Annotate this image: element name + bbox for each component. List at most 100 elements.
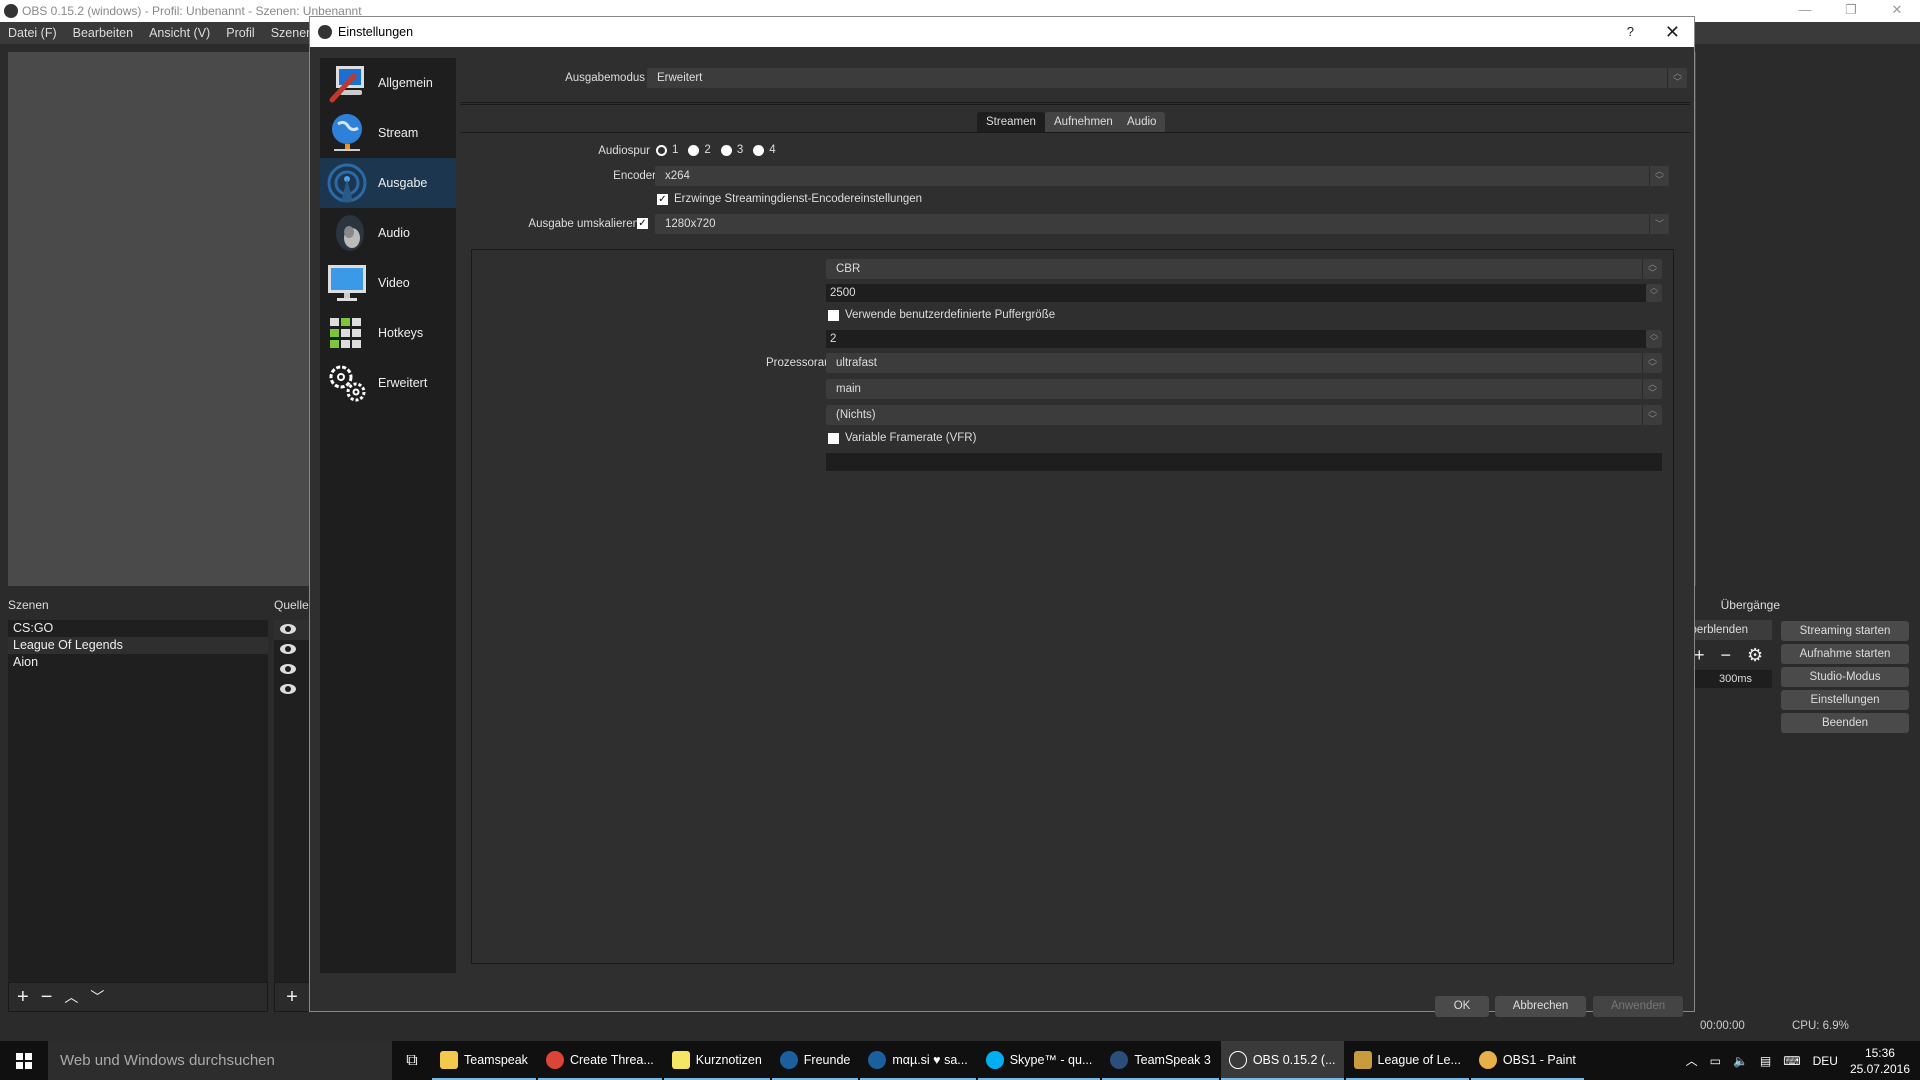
exit-button[interactable]: Beenden: [1781, 713, 1909, 733]
nav-item-hotkeys[interactable]: Hotkeys: [320, 308, 456, 358]
add-scene-button[interactable]: +: [17, 986, 29, 1009]
scene-item[interactable]: CS:GO: [8, 620, 268, 637]
rescale-label: Ausgabe umskalieren: [528, 218, 639, 230]
spin-arrows-icon[interactable]: ︿ ﹀: [1646, 284, 1662, 302]
tab-streamen[interactable]: Streamen: [977, 112, 1045, 132]
apply-button[interactable]: Anwenden: [1593, 996, 1683, 1017]
tune-value: (Nichts): [836, 409, 876, 421]
task-view-icon[interactable]: ⧉: [392, 1052, 432, 1070]
minimize-button[interactable]: —: [1782, 0, 1828, 22]
updown-arrows-icon: ︿ ﹀: [1649, 166, 1669, 186]
studio-mode-button[interactable]: Studio-Modus: [1781, 667, 1909, 687]
x264-options-input[interactable]: [826, 453, 1662, 471]
transition-duration-input[interactable]: 300ms: [1690, 670, 1772, 688]
taskbar-search[interactable]: Web und Windows durchsuchen: [48, 1041, 392, 1080]
close-button[interactable]: ✕: [1874, 0, 1920, 22]
chrome-icon: [545, 1050, 564, 1069]
nav-label: Ausgabe: [378, 176, 428, 190]
spin-arrows-icon[interactable]: ︿ ﹀: [1646, 330, 1662, 348]
enforce-encoder-checkbox[interactable]: ✓ Erzwinge Streamingdienst-Encodereinste…: [657, 193, 922, 205]
start-recording-button[interactable]: Aufnahme starten: [1781, 644, 1909, 664]
cancel-button[interactable]: Abbrechen: [1495, 996, 1586, 1017]
tray-expand-icon[interactable]: ︿: [1686, 1052, 1698, 1069]
nav-item-erweitert[interactable]: Erweitert: [320, 358, 456, 408]
tab-aufnehmen[interactable]: Aufnehmen: [1045, 112, 1122, 132]
taskbar-item-active[interactable]: OBS 0.15.2 (...: [1220, 1041, 1344, 1080]
visibility-eye-icon[interactable]: [280, 664, 296, 674]
volume-icon[interactable]: 🔈: [1733, 1054, 1748, 1068]
taskbar-item[interactable]: Teamspeak: [432, 1041, 536, 1080]
taskbar-item[interactable]: Create Threa...: [537, 1041, 662, 1080]
visibility-eye-icon[interactable]: [280, 684, 296, 694]
transitions-label: Übergänge: [1720, 598, 1780, 612]
start-streaming-button[interactable]: Streaming starten: [1781, 621, 1909, 641]
taskbar-item[interactable]: Kurznotizen: [663, 1041, 770, 1080]
visibility-eye-icon[interactable]: [280, 624, 296, 634]
remove-scene-button[interactable]: −: [41, 986, 53, 1009]
network-icon[interactable]: ▭: [1710, 1054, 1721, 1068]
dialog-close-button[interactable]: ✕: [1665, 17, 1680, 47]
updown-arrows-icon: ︿ ﹀: [1642, 379, 1662, 399]
audio-track-radio-4[interactable]: 4: [753, 144, 776, 156]
menu-profile[interactable]: Profil: [218, 26, 262, 40]
rescale-resolution-select[interactable]: 1280x720 ﹀: [655, 214, 1669, 234]
taskbar-item[interactable]: TeamSpeak 3: [1102, 1041, 1219, 1080]
scenes-list[interactable]: CS:GO League Of Legends Aion: [8, 620, 268, 982]
scene-item[interactable]: League Of Legends: [8, 637, 268, 654]
move-scene-down-button[interactable]: ﹀: [90, 987, 104, 1007]
scene-item[interactable]: Aion: [8, 654, 268, 671]
nav-item-video[interactable]: Video: [320, 258, 456, 308]
taskbar-item[interactable]: Freunde: [771, 1041, 859, 1080]
audio-track-radio-3[interactable]: 3: [720, 144, 743, 156]
taskbar-item[interactable]: OBS1 - Paint: [1470, 1041, 1584, 1080]
notifications-icon[interactable]: ▤: [1760, 1054, 1771, 1068]
taskbar-item[interactable]: mαµ.si ♥ sa...: [860, 1041, 976, 1080]
keyframe-input[interactable]: 2 ︿ ﹀: [826, 330, 1662, 348]
transition-select[interactable]: Überblenden: [1690, 620, 1772, 640]
move-scene-up-button[interactable]: ︿: [64, 987, 78, 1007]
clock[interactable]: 15:36 25.07.2016: [1850, 1045, 1910, 1077]
vfr-checkbox[interactable]: Variable Framerate (VFR): [828, 432, 976, 444]
ok-button[interactable]: OK: [1435, 996, 1489, 1017]
teamspeak-icon: [1110, 1050, 1129, 1069]
language-indicator[interactable]: DEU: [1813, 1054, 1838, 1068]
menu-edit[interactable]: Bearbeiten: [65, 26, 141, 40]
nav-item-audio[interactable]: Audio: [320, 208, 456, 258]
tune-select[interactable]: (Nichts) ︿ ﹀: [826, 405, 1662, 425]
add-source-button[interactable]: +: [286, 986, 298, 1009]
menu-file[interactable]: Datei (F): [0, 26, 65, 40]
tab-audio[interactable]: Audio: [1118, 112, 1166, 132]
profile-select[interactable]: main ︿ ﹀: [826, 379, 1662, 399]
nav-label: Video: [378, 276, 410, 290]
nav-item-allgemein[interactable]: Allgemein: [320, 58, 456, 108]
rescale-checkbox[interactable]: ✓: [637, 218, 648, 229]
output-mode-select[interactable]: Erweitert ︿ ﹀: [647, 68, 1687, 88]
maximize-button[interactable]: ❐: [1828, 0, 1874, 22]
cpu-preset-select[interactable]: ultrafast ︿ ﹀: [826, 353, 1662, 373]
audio-track-radio-2[interactable]: 2: [688, 144, 711, 156]
taskbar-item[interactable]: Skype™ - qu...: [977, 1041, 1101, 1080]
rate-control-select[interactable]: CBR ︿ ﹀: [826, 259, 1662, 279]
taskbar-item[interactable]: League of Le...: [1345, 1041, 1469, 1080]
sources-list[interactable]: [274, 620, 310, 982]
audio-track-radio-1[interactable]: 1: [656, 144, 678, 156]
settings-button[interactable]: Einstellungen: [1781, 690, 1909, 710]
bitrate-input[interactable]: 2500 ︿ ﹀: [826, 284, 1662, 302]
nav-item-stream[interactable]: Stream: [320, 108, 456, 158]
help-button[interactable]: ?: [1627, 17, 1634, 47]
start-button[interactable]: [0, 1041, 48, 1080]
add-transition-button[interactable]: +: [1694, 645, 1705, 666]
touch-keyboard-icon[interactable]: ⌨: [1783, 1054, 1800, 1068]
visibility-eye-icon[interactable]: [280, 644, 296, 654]
remove-transition-button[interactable]: −: [1721, 645, 1732, 666]
nav-item-ausgabe[interactable]: Ausgabe: [320, 158, 456, 208]
transition-settings-gear-icon[interactable]: ⚙: [1747, 645, 1763, 666]
updown-arrows-icon: ︿ ﹀: [1642, 353, 1662, 373]
obs-logo-icon: [4, 4, 18, 18]
encoder-select[interactable]: x264 ︿ ﹀: [655, 166, 1669, 186]
separator: [460, 102, 1690, 105]
menu-view[interactable]: Ansicht (V): [141, 26, 218, 40]
custom-buffer-checkbox[interactable]: Verwende benutzerdefinierte Puffergröße: [828, 309, 1055, 321]
cpu-usage: CPU: 6.9%: [1791, 1020, 1849, 1032]
settings-nav: Allgemein Stream Ausgabe Audio Video Hot…: [320, 58, 456, 973]
